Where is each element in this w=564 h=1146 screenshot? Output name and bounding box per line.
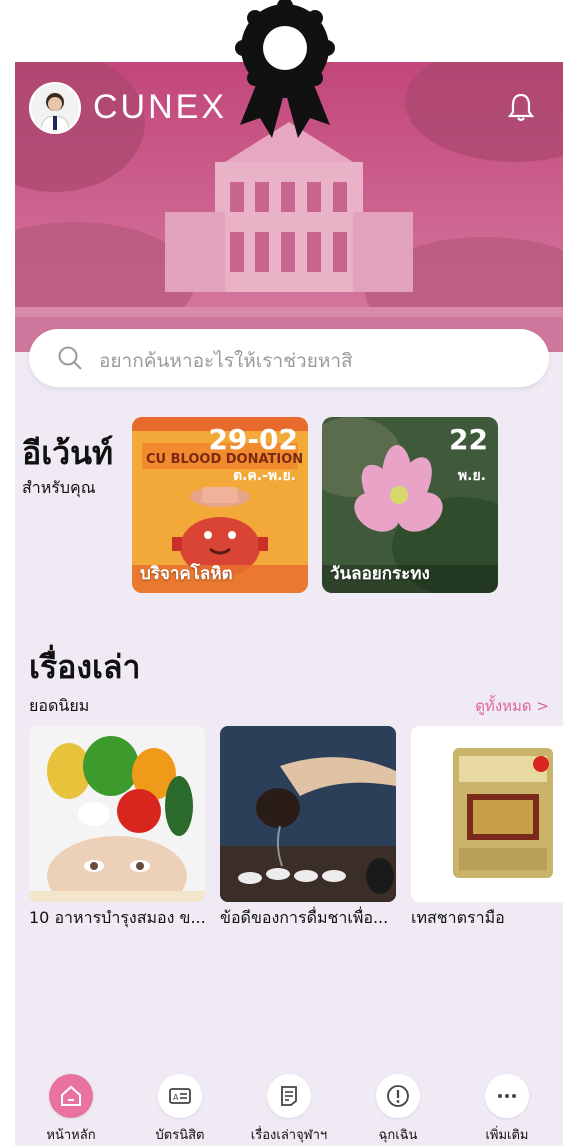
search-input[interactable]: อยากค้นหาอะไรให้เราช่วยหาสิ [99,346,353,376]
page: CUNEX อยากค้นหาอะไรให้เราช่วยหาสิ อีเว้น… [0,0,564,1146]
event-label: บริจาคโลหิต [140,564,233,584]
story-card[interactable]: 10 อาหารบำรุงสมอง ข... [29,726,206,931]
home-icon [49,1074,93,1118]
nav-item-emergency[interactable]: ฉุกเฉิน [348,1074,448,1145]
document-icon [267,1074,311,1118]
nav-item-home[interactable]: หน้าหลัก [21,1074,121,1145]
nav-label: หน้าหลัก [46,1128,96,1143]
nav-item-more[interactable]: เพิ่มเติม [457,1074,557,1145]
event-card-blood-donation[interactable]: CU BLOOD DONATION 29-02 ต.ค.-พ.ย. บริจาค… [132,417,308,593]
nav-label: เรื่องเล่าจุฬาฯ [250,1128,328,1143]
event-month: พ.ย. [457,468,486,484]
story-caption: เทสชาตรามือ [411,908,505,927]
nav-label: เพิ่มเติม [485,1128,529,1143]
alert-icon [376,1074,420,1118]
search-icon [58,346,82,370]
story-card[interactable]: เทสชาตรามือ [411,726,563,931]
story-thumbnail [220,726,396,902]
award-ribbon-icon [235,0,335,138]
id-card-icon: A [158,1074,202,1118]
svg-text:A: A [173,1093,179,1102]
story-card[interactable]: ข้อดีของการดื่มชาเพื่อ... [220,726,396,931]
search-bar[interactable]: อยากค้นหาอะไรให้เราช่วยหาสิ [29,329,549,387]
nav-label: บัตรนิสิต [155,1128,205,1143]
events-section-subtitle: สำหรับคุณ [22,478,96,497]
story-caption: 10 อาหารบำรุงสมอง ข... [29,908,206,927]
avatar[interactable] [29,82,81,134]
see-all-link[interactable]: ดูทั้งหมด > [475,694,549,718]
more-icon [485,1074,529,1118]
story-thumbnail [411,726,563,902]
story-caption: ข้อดีของการดื่มชาเพื่อ... [220,908,389,927]
stories-section-subtitle: ยอดนิยม [29,696,90,715]
notification-bell-icon[interactable] [507,92,535,124]
app-screen: CUNEX อยากค้นหาอะไรให้เราช่วยหาสิ อีเว้น… [15,62,563,1146]
event-date: 22 [449,423,488,456]
stories-section-title: เรื่องเล่า [29,648,141,686]
story-thumbnail [29,726,205,902]
event-month: ต.ค.-พ.ย. [233,468,296,484]
bottom-navigation: หน้าหลัก A บัตรนิสิต เรื่องเล่าจุฬาฯ ฉุก… [15,1066,563,1146]
event-label: วันลอยกระทง [330,564,430,584]
nav-label: ฉุกเฉิน [378,1128,418,1143]
event-date: 29-02 [208,423,298,456]
event-card-loy-krathong[interactable]: 22 พ.ย. วันลอยกระทง [322,417,498,593]
nav-item-student-card[interactable]: A บัตรนิสิต [130,1074,230,1145]
brand-logo-text: CUNEX [93,88,228,126]
events-section-title: อีเว้นท์ [22,434,114,472]
nav-item-stories[interactable]: เรื่องเล่าจุฬาฯ [239,1074,339,1145]
